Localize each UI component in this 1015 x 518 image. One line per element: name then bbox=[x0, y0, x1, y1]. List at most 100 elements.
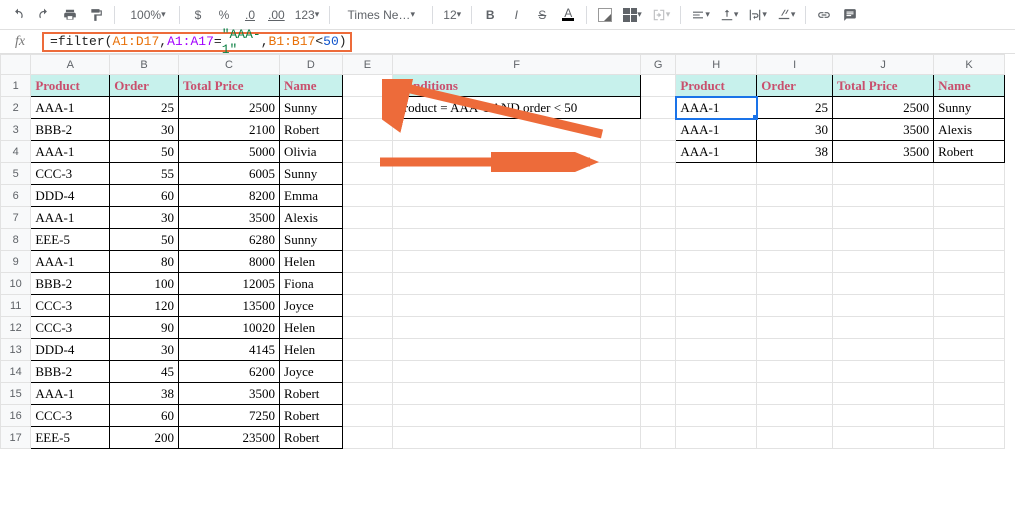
cell[interactable] bbox=[934, 295, 1005, 317]
cell[interactable] bbox=[393, 251, 641, 273]
row-header[interactable]: 13 bbox=[1, 339, 31, 361]
cell[interactable]: 60 bbox=[110, 185, 179, 207]
cell[interactable]: 200 bbox=[110, 427, 179, 449]
cell[interactable] bbox=[676, 317, 757, 339]
row-header[interactable]: 4 bbox=[1, 141, 31, 163]
cell[interactable]: 2100 bbox=[178, 119, 279, 141]
cell[interactable] bbox=[393, 185, 641, 207]
cell[interactable] bbox=[342, 273, 393, 295]
row-header[interactable]: 9 bbox=[1, 251, 31, 273]
cell[interactable] bbox=[393, 405, 641, 427]
row-13[interactable]: 13DDD-4304145Helen bbox=[1, 339, 1005, 361]
cell[interactable]: CCC-3 bbox=[31, 295, 110, 317]
cell[interactable] bbox=[757, 163, 833, 185]
cell[interactable]: Total Price bbox=[833, 75, 934, 97]
cell[interactable] bbox=[833, 427, 934, 449]
cell[interactable]: 3500 bbox=[178, 207, 279, 229]
cell[interactable] bbox=[934, 251, 1005, 273]
cell[interactable] bbox=[342, 119, 393, 141]
cell[interactable]: Total Price bbox=[178, 75, 279, 97]
cell[interactable] bbox=[640, 185, 675, 207]
cell[interactable]: AAA-1 bbox=[31, 141, 110, 163]
cell[interactable] bbox=[393, 427, 641, 449]
col-j[interactable]: J bbox=[833, 55, 934, 75]
cell[interactable] bbox=[676, 273, 757, 295]
cell[interactable]: 30 bbox=[757, 119, 833, 141]
cell[interactable]: Order bbox=[110, 75, 179, 97]
cell[interactable] bbox=[640, 163, 675, 185]
cell[interactable]: 90 bbox=[110, 317, 179, 339]
row-6[interactable]: 6DDD-4608200Emma bbox=[1, 185, 1005, 207]
cell[interactable]: EEE-5 bbox=[31, 229, 110, 251]
cell[interactable] bbox=[393, 229, 641, 251]
row-9[interactable]: 9AAA-1808000Helen bbox=[1, 251, 1005, 273]
cell[interactable] bbox=[393, 119, 641, 141]
cell[interactable]: Sunny bbox=[280, 97, 343, 119]
cell[interactable] bbox=[934, 207, 1005, 229]
cell[interactable] bbox=[833, 163, 934, 185]
decrease-decimal-button[interactable]: .0 bbox=[238, 3, 262, 27]
cell[interactable]: 8000 bbox=[178, 251, 279, 273]
col-f[interactable]: F bbox=[393, 55, 641, 75]
row-header[interactable]: 8 bbox=[1, 229, 31, 251]
font-select[interactable]: Times Ne… bbox=[336, 3, 426, 27]
cell[interactable]: EEE-5 bbox=[31, 427, 110, 449]
cell[interactable]: Alexis bbox=[280, 207, 343, 229]
column-headers[interactable]: A B C D E F G H I J K bbox=[1, 55, 1005, 75]
cell[interactable] bbox=[640, 119, 675, 141]
cell[interactable] bbox=[757, 229, 833, 251]
row-16[interactable]: 16CCC-3607250Robert bbox=[1, 405, 1005, 427]
cell[interactable] bbox=[393, 273, 641, 295]
borders-button[interactable] bbox=[619, 3, 646, 27]
cell[interactable] bbox=[393, 361, 641, 383]
paint-format-button[interactable] bbox=[84, 3, 108, 27]
cell[interactable] bbox=[934, 427, 1005, 449]
cell[interactable] bbox=[757, 295, 833, 317]
merge-button[interactable] bbox=[648, 3, 675, 27]
cell[interactable] bbox=[640, 295, 675, 317]
cell[interactable] bbox=[640, 75, 675, 97]
currency-button[interactable]: $ bbox=[186, 3, 210, 27]
cell[interactable]: 25 bbox=[757, 97, 833, 119]
cell[interactable] bbox=[757, 361, 833, 383]
cell[interactable]: 10020 bbox=[178, 317, 279, 339]
cell[interactable]: Robert bbox=[280, 119, 343, 141]
cell[interactable] bbox=[676, 207, 757, 229]
cell[interactable]: 55 bbox=[110, 163, 179, 185]
cell[interactable]: AAA-1 bbox=[31, 383, 110, 405]
cell[interactable] bbox=[934, 383, 1005, 405]
cell[interactable]: Name bbox=[280, 75, 343, 97]
cell[interactable] bbox=[934, 339, 1005, 361]
row-header[interactable]: 2 bbox=[1, 97, 31, 119]
cell[interactable] bbox=[342, 141, 393, 163]
row-8[interactable]: 8EEE-5506280Sunny bbox=[1, 229, 1005, 251]
cell[interactable]: 38 bbox=[110, 383, 179, 405]
italic-button[interactable]: I bbox=[504, 3, 528, 27]
cell[interactable]: 38 bbox=[757, 141, 833, 163]
row-5[interactable]: 5CCC-3556005Sunny bbox=[1, 163, 1005, 185]
cell[interactable]: Sunny bbox=[280, 229, 343, 251]
cell[interactable] bbox=[640, 251, 675, 273]
valign-button[interactable] bbox=[716, 3, 743, 27]
cell[interactable] bbox=[676, 185, 757, 207]
row-3[interactable]: 3BBB-2302100RobertAAA-1303500Alexis bbox=[1, 119, 1005, 141]
cell[interactable] bbox=[757, 251, 833, 273]
row-header[interactable]: 14 bbox=[1, 361, 31, 383]
cell[interactable] bbox=[676, 405, 757, 427]
percent-button[interactable]: % bbox=[212, 3, 236, 27]
cell[interactable]: 120 bbox=[110, 295, 179, 317]
cell[interactable] bbox=[833, 185, 934, 207]
cell[interactable]: BBB-2 bbox=[31, 361, 110, 383]
cell[interactable]: AAA-1 bbox=[676, 141, 757, 163]
cell[interactable] bbox=[833, 361, 934, 383]
cell[interactable] bbox=[833, 339, 934, 361]
cell[interactable] bbox=[934, 229, 1005, 251]
cell[interactable]: AAA-1 bbox=[676, 119, 757, 141]
row-2[interactable]: 2AAA-1252500Sunnyproduct = AAA-1 AND ord… bbox=[1, 97, 1005, 119]
col-i[interactable]: I bbox=[757, 55, 833, 75]
cell[interactable]: Helen bbox=[280, 251, 343, 273]
cell[interactable]: Name bbox=[934, 75, 1005, 97]
cell[interactable] bbox=[342, 339, 393, 361]
cell[interactable] bbox=[393, 141, 641, 163]
increase-decimal-button[interactable]: .00 bbox=[264, 3, 289, 27]
